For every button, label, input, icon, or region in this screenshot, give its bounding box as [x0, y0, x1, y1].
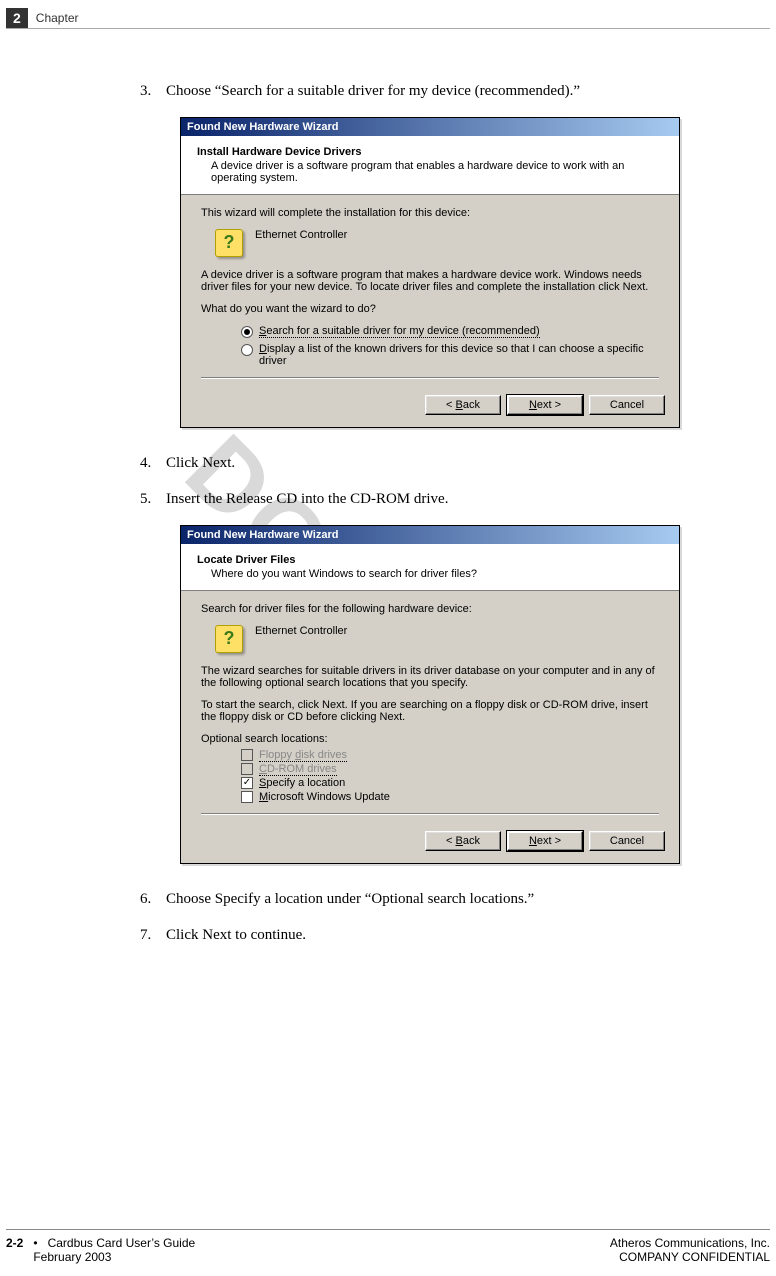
device-row: ? Ethernet Controller: [215, 625, 659, 653]
dialog-text: A device driver is a software program th…: [201, 269, 659, 293]
dialog-install-drivers: Found New Hardware Wizard Install Hardwa…: [180, 117, 680, 428]
radio-icon: [241, 344, 253, 356]
check-floppy[interactable]: Floppy disk drives: [241, 749, 659, 761]
dialog-titlebar: Found New Hardware Wizard: [181, 118, 679, 136]
check-cdrom[interactable]: CD-ROM drives: [241, 763, 659, 775]
checkbox-icon: ✓: [241, 777, 253, 789]
step-text: Click Next to continue.: [166, 924, 736, 947]
dialog-buttons: < Back Next > Cancel: [181, 385, 679, 427]
check-label: Microsoft Windows Update: [259, 791, 390, 803]
dialog-buttons: < Back Next > Cancel: [181, 821, 679, 863]
question-icon: ?: [215, 229, 243, 257]
checkbox-icon: [241, 763, 253, 775]
cancel-button[interactable]: Cancel: [589, 395, 665, 415]
checkbox-icon: [241, 749, 253, 761]
footer-rule: [6, 1229, 770, 1230]
company-name: Atheros Communications, Inc.: [610, 1236, 770, 1250]
device-name: Ethernet Controller: [255, 625, 347, 637]
back-button[interactable]: < Back: [425, 395, 501, 415]
page-content: 3. Choose “Search for a suitable driver …: [140, 80, 736, 961]
header-rule: [6, 28, 770, 29]
dialog-header-panel: Install Hardware Device Drivers A device…: [181, 136, 679, 195]
chapter-number-badge: 2: [6, 8, 28, 28]
step-text: Click Next.: [166, 452, 736, 475]
back-button[interactable]: < Back: [425, 831, 501, 851]
divider: [201, 377, 659, 379]
confidential-label: COMPANY CONFIDENTIAL: [610, 1250, 770, 1264]
radio-display-list[interactable]: Display a list of the known drivers for …: [241, 343, 659, 367]
step-number: 3.: [140, 80, 166, 103]
dialog-text: What do you want the wizard to do?: [201, 303, 659, 315]
divider: [201, 813, 659, 815]
bullet: •: [33, 1236, 37, 1250]
check-label: Specify a location: [259, 777, 345, 789]
dialog-body: This wizard will complete the installati…: [181, 195, 679, 385]
checkbox-icon: [241, 791, 253, 803]
check-windows-update[interactable]: Microsoft Windows Update: [241, 791, 659, 803]
dialog-titlebar: Found New Hardware Wizard: [181, 526, 679, 544]
dialog-body: Search for driver files for the followin…: [181, 591, 679, 821]
dialog-panel-title: Locate Driver Files: [197, 554, 663, 566]
dialog-panel-title: Install Hardware Device Drivers: [197, 146, 663, 158]
radio-label: SSearch for a suitable driver for my dev…: [259, 325, 540, 337]
radio-label: Display a list of the known drivers for …: [259, 343, 659, 367]
chapter-label: Chapter: [36, 11, 79, 25]
device-row: ? Ethernet Controller: [215, 229, 659, 257]
step-number: 4.: [140, 452, 166, 475]
step-text: Choose “Search for a suitable driver for…: [166, 80, 736, 103]
page-header: 2 Chapter: [0, 8, 776, 28]
step-6: 6. Choose Specify a location under “Opti…: [140, 888, 736, 911]
cancel-button[interactable]: Cancel: [589, 831, 665, 851]
dialog-text: Search for driver files for the followin…: [201, 603, 659, 615]
doc-title: Cardbus Card User’s Guide: [48, 1236, 196, 1250]
step-text: Choose Specify a location under “Optiona…: [166, 888, 736, 911]
page-number: 2-2: [6, 1236, 23, 1264]
check-specify-location[interactable]: ✓ Specify a location: [241, 777, 659, 789]
dialog-panel-subtitle: A device driver is a software program th…: [211, 160, 663, 184]
dialog-text: To start the search, click Next. If you …: [201, 699, 659, 723]
next-button[interactable]: Next >: [507, 831, 583, 851]
check-label: Floppy disk drives: [259, 749, 347, 761]
step-3: 3. Choose “Search for a suitable driver …: [140, 80, 736, 103]
device-name: Ethernet Controller: [255, 229, 347, 241]
dialog-text: The wizard searches for suitable drivers…: [201, 665, 659, 689]
radio-search-driver[interactable]: SSearch for a suitable driver for my dev…: [241, 325, 659, 338]
dialog-text: This wizard will complete the installati…: [201, 207, 659, 219]
step-number: 6.: [140, 888, 166, 911]
step-5: 5. Insert the Release CD into the CD-ROM…: [140, 488, 736, 511]
dialog-header-panel: Locate Driver Files Where do you want Wi…: [181, 544, 679, 591]
step-number: 5.: [140, 488, 166, 511]
doc-date: February 2003: [33, 1250, 195, 1264]
page-footer: 2-2 • Cardbus Card User’s Guide February…: [6, 1229, 770, 1264]
question-icon: ?: [215, 625, 243, 653]
dialog-panel-subtitle: Where do you want Windows to search for …: [211, 568, 663, 580]
check-label: CD-ROM drives: [259, 763, 337, 775]
step-text: Insert the Release CD into the CD-ROM dr…: [166, 488, 736, 511]
step-4: 4. Click Next.: [140, 452, 736, 475]
step-7: 7. Click Next to continue.: [140, 924, 736, 947]
next-button[interactable]: Next >: [507, 395, 583, 415]
step-number: 7.: [140, 924, 166, 947]
dialog-locate-files: Found New Hardware Wizard Locate Driver …: [180, 525, 680, 864]
dialog-text: Optional search locations:: [201, 733, 659, 745]
radio-icon: [241, 326, 253, 338]
